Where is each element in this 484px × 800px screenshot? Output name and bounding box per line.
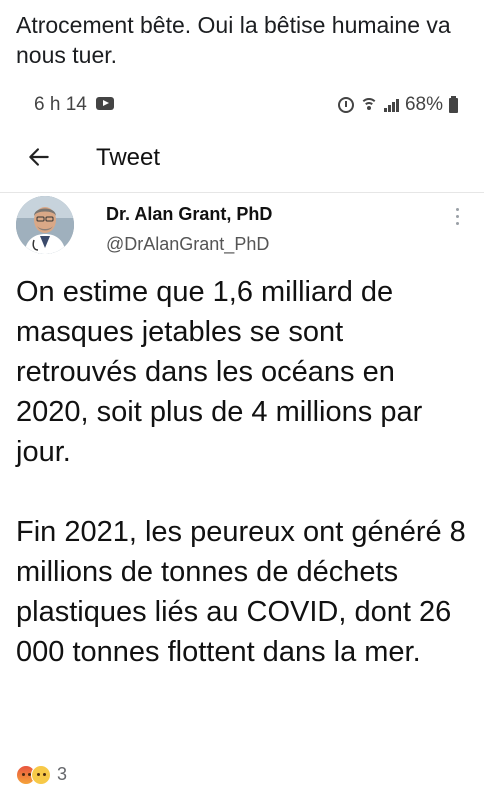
status-bar: 6 h 14 68% bbox=[0, 86, 484, 122]
sad-reaction-icon bbox=[31, 764, 51, 785]
more-vertical-icon[interactable] bbox=[454, 208, 460, 230]
wifi-icon bbox=[359, 98, 378, 112]
status-time: 6 h 14 bbox=[34, 94, 87, 115]
youtube-icon bbox=[96, 97, 114, 110]
status-icons: 68% bbox=[337, 94, 458, 116]
signal-icon bbox=[383, 98, 399, 112]
author-name[interactable]: Dr. Alan Grant, PhD bbox=[106, 204, 272, 225]
author-handle[interactable]: @DrAlanGrant_PhD bbox=[106, 234, 269, 255]
reaction-count: 3 bbox=[57, 764, 68, 784]
post-caption: Atrocement bête. Oui la bêtise humaine v… bbox=[16, 12, 451, 68]
avatar[interactable] bbox=[16, 196, 74, 254]
reactions-summary[interactable]: 3 bbox=[16, 764, 67, 785]
tweet-paragraph: On estime que 1,6 milliard de masques je… bbox=[16, 276, 423, 468]
header-divider bbox=[0, 192, 484, 193]
tweet-paragraph: Fin 2021, les peureux ont généré 8 milli… bbox=[16, 516, 466, 668]
tweet-header: Tweet bbox=[0, 134, 484, 184]
battery-icon bbox=[449, 95, 458, 113]
arrow-left-icon[interactable] bbox=[26, 144, 52, 170]
alarm-icon bbox=[337, 97, 354, 113]
battery-percent: 68% bbox=[404, 94, 443, 115]
tweet-text: On estime que 1,6 milliard de masques je… bbox=[16, 272, 472, 672]
page-title: Tweet bbox=[96, 144, 161, 171]
